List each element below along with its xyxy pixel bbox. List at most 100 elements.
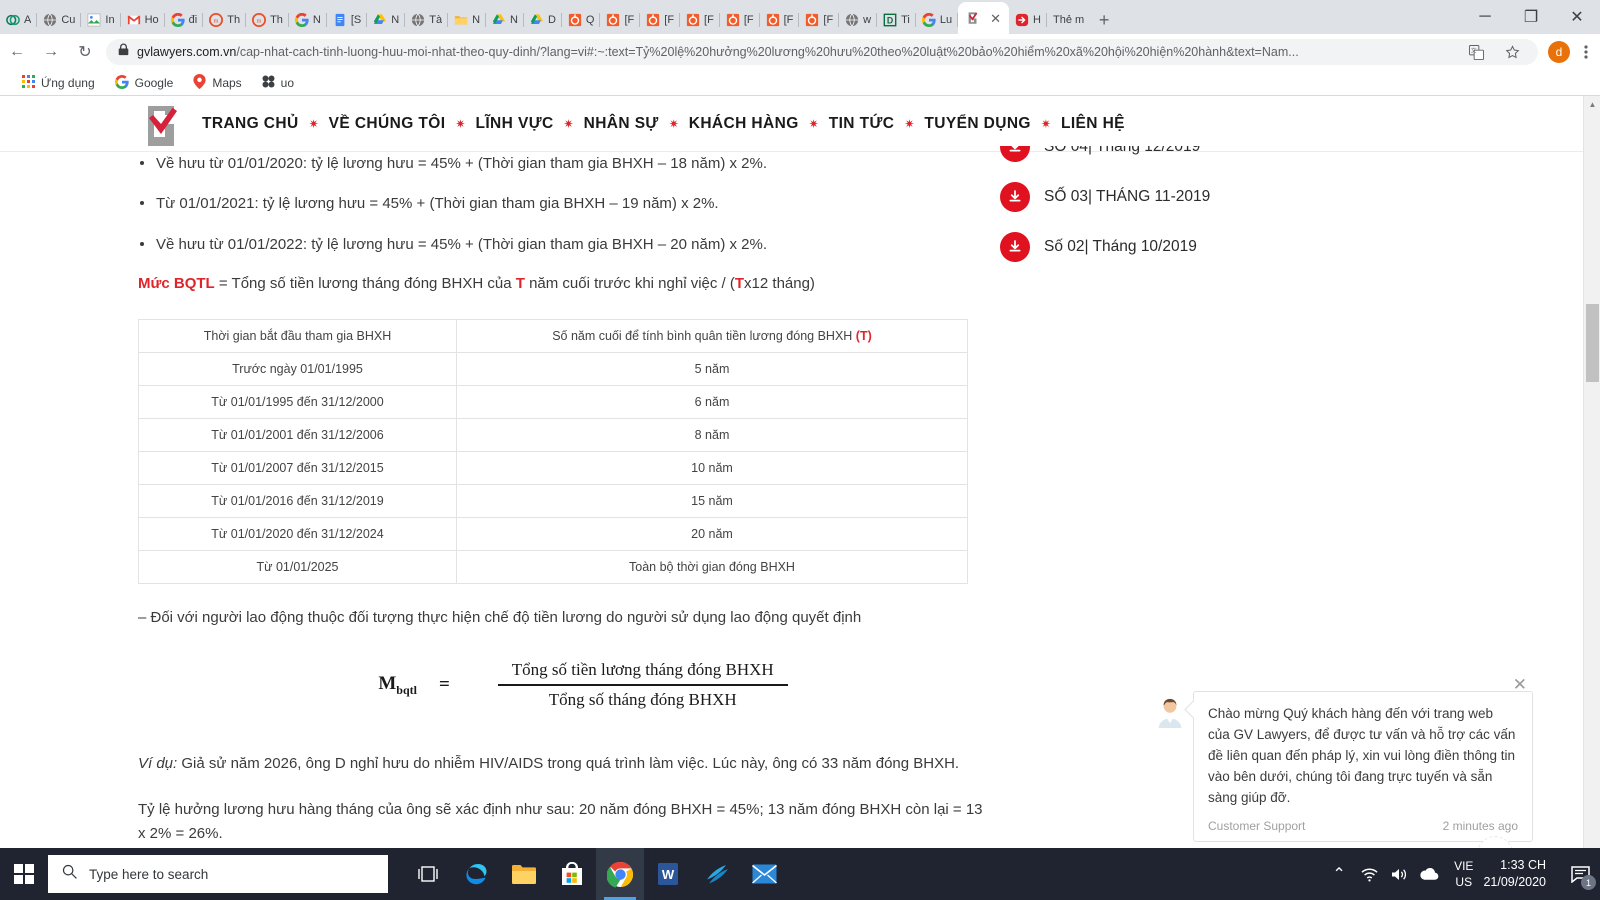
bookmark-maps[interactable]: Maps	[183, 74, 251, 92]
tab-title: [F	[783, 14, 794, 26]
browser-tab[interactable]: In	[81, 6, 121, 34]
volume-icon[interactable]	[1384, 848, 1414, 900]
download-item[interactable]: Số 02| Tháng 10/2019	[1000, 232, 1420, 262]
reload-button[interactable]: ↻	[68, 34, 102, 70]
svg-text:m: m	[257, 19, 262, 25]
search-input[interactable]: Type here to search	[48, 855, 388, 893]
gvlawyers-logo-icon[interactable]	[140, 102, 184, 146]
bookmark-label: Google	[134, 76, 174, 90]
browser-tab-active[interactable]: ✕	[958, 2, 1010, 34]
tray-overflow-icon[interactable]: ⌃	[1324, 848, 1354, 900]
profile-avatar[interactable]: d	[1548, 41, 1570, 63]
browser-tab[interactable]: [F	[760, 6, 800, 34]
browser-tab[interactable]: H	[1009, 6, 1047, 34]
browser-tab[interactable]: w	[839, 6, 878, 34]
browser-tab[interactable]: [F	[600, 6, 641, 34]
mail-icon[interactable]	[740, 848, 788, 900]
wifi-icon[interactable]	[1354, 848, 1384, 900]
dictionary-icon: D	[883, 13, 897, 27]
task-view-button[interactable]	[404, 848, 452, 900]
table-row: Từ 01/01/2025 Toàn bộ thời gian đóng BHXH	[138, 550, 968, 585]
close-tab-icon[interactable]: ✕	[990, 12, 1001, 25]
nav-item-8[interactable]: LIÊN HỆ	[1061, 115, 1125, 133]
svg-text:D: D	[887, 16, 893, 26]
chrome-menu-icon[interactable]	[1572, 34, 1600, 70]
browser-tab[interactable]: [F	[720, 6, 760, 34]
nav-item-6[interactable]: TIN TỨC	[829, 115, 895, 133]
nav-item-2[interactable]: VỀ CHÚNG TÔI	[329, 115, 446, 133]
browser-tab[interactable]: [F	[799, 6, 840, 34]
browser-toolbar: ← → ↻ gvlawyers.com.vn/cap-nhat-cach-tin…	[0, 34, 1600, 70]
microsoft-store-icon[interactable]	[548, 848, 596, 900]
pdf-icon	[568, 13, 582, 27]
chrome-icon[interactable]	[596, 848, 644, 900]
tab-overflow[interactable]: Thẻ m	[1047, 6, 1090, 34]
list-item: Về hưu từ 01/01/2020: tỷ lệ lương hưu = …	[138, 152, 988, 175]
nav-separator-icon: ✷	[808, 116, 819, 131]
download-item[interactable]: SỐ 03| THÁNG 11-2019	[1000, 182, 1420, 212]
browser-tab[interactable]: Tà	[405, 6, 449, 34]
chat-timestamp: 2 minutes ago	[1442, 818, 1518, 833]
nav-item-5[interactable]: KHÁCH HÀNG	[689, 115, 799, 133]
browser-tab[interactable]: D	[524, 6, 562, 34]
browser-tab[interactable]: [S	[327, 6, 368, 34]
nav-item-1[interactable]: TRANG CHỦ	[202, 115, 299, 133]
file-explorer-icon[interactable]	[500, 848, 548, 900]
folder-icon	[454, 13, 468, 27]
bookmark-star-icon[interactable]	[1498, 34, 1526, 70]
browser-tab[interactable]: N	[486, 6, 524, 34]
word-icon[interactable]: W	[644, 848, 692, 900]
nav-item-7[interactable]: TUYỂN DỤNG	[924, 115, 1030, 133]
search-placeholder-text: Type here to search	[89, 866, 209, 882]
back-button[interactable]: ←	[0, 34, 34, 70]
system-tray: ⌃ VIE US 1:33 CH 21/09/2020 1	[1324, 848, 1600, 900]
edge-icon[interactable]	[452, 848, 500, 900]
scroll-up-arrow[interactable]: ▲	[1584, 96, 1600, 113]
list-item: Về hưu từ 01/01/2022: tỷ lệ lương hưu = …	[138, 233, 988, 256]
action-center-button[interactable]: 1	[1560, 848, 1600, 900]
close-window-button[interactable]: ✕	[1554, 0, 1600, 34]
table-cell: Từ 01/01/2007 đến 31/12/2015	[138, 451, 457, 486]
nav-item-3[interactable]: LĨNH VỰC	[475, 115, 553, 133]
new-tab-button[interactable]: +	[1090, 6, 1118, 34]
tab-title: D	[547, 14, 556, 26]
browser-tab[interactable]: [F	[640, 6, 681, 34]
para-rate-calc: Tỷ lệ hưởng lương hưu hàng tháng của ông…	[138, 800, 983, 842]
browser-tab[interactable]: Lu	[916, 6, 959, 34]
browser-tab[interactable]: m Th	[203, 6, 247, 34]
browser-tab[interactable]: m Th	[246, 6, 289, 34]
maximize-button[interactable]: ❐	[1508, 0, 1554, 34]
forward-button[interactable]: →	[34, 34, 68, 70]
translate-icon[interactable]: 文	[1462, 34, 1490, 70]
browser-tab[interactable]: Cu	[37, 6, 82, 34]
minimize-button[interactable]: ─	[1462, 0, 1508, 34]
google-icon	[114, 74, 129, 92]
nav-item-4[interactable]: NHÂN SỰ	[584, 115, 659, 133]
browser-tab[interactable]: Q	[562, 6, 601, 34]
bookmark-google[interactable]: Google	[105, 74, 184, 92]
bookmark-uo[interactable]: uo	[252, 75, 304, 91]
browser-tab[interactable]: N	[289, 6, 327, 34]
table-row: Từ 01/01/2020 đến 31/12/2024 20 năm	[138, 517, 968, 552]
browser-tab[interactable]: Ho	[121, 6, 165, 34]
browser-tab[interactable]: đi	[165, 6, 204, 34]
browser-tab[interactable]: [F	[680, 6, 720, 34]
lock-icon	[118, 43, 129, 61]
browser-tab[interactable]: N	[448, 6, 487, 34]
start-button[interactable]	[0, 848, 48, 900]
browser-tab[interactable]: D Ti	[877, 6, 916, 34]
table-row: Từ 01/01/2001 đến 31/12/2006 8 năm	[138, 418, 968, 453]
clock[interactable]: 1:33 CH 21/09/2020	[1483, 857, 1560, 891]
browser-tab[interactable]: N	[367, 6, 406, 34]
language-indicator[interactable]: VIE US	[1444, 858, 1483, 890]
onedrive-icon[interactable]	[1414, 848, 1444, 900]
browser-tab[interactable]: A	[0, 6, 38, 34]
bookmark-label: uo	[280, 76, 295, 90]
download-circle-icon	[1000, 232, 1030, 262]
page-scrollbar[interactable]: ▲	[1583, 96, 1600, 848]
scrollbar-thumb[interactable]	[1586, 304, 1599, 382]
table-cell: Từ 01/01/2025	[138, 550, 457, 585]
address-bar[interactable]: gvlawyers.com.vn/cap-nhat-cach-tinh-luon…	[106, 39, 1538, 65]
bookmark-apps[interactable]: Ứng dụng	[12, 75, 105, 91]
skype-icon[interactable]	[692, 848, 740, 900]
